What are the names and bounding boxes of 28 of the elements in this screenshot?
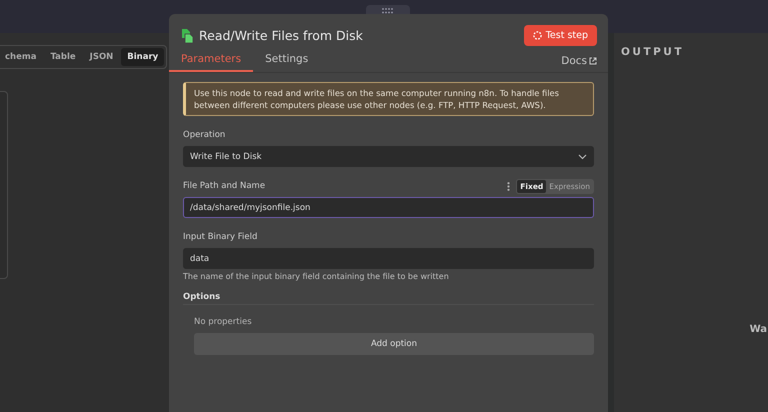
panel-title: OUTPUT xyxy=(621,46,685,58)
input-field[interactable]: data xyxy=(183,248,594,269)
empty-text: No properties xyxy=(194,317,253,327)
spinner-icon xyxy=(532,31,542,40)
dialog-tab[interactable]: Settings xyxy=(253,49,320,72)
files-icon xyxy=(181,28,193,42)
field-label: File Path and Name xyxy=(183,181,266,191)
chevron-down-icon xyxy=(578,154,587,160)
add-option-button[interactable]: Add option xyxy=(194,333,594,355)
field-hint: The name of the input binary field containing the file to be written xyxy=(183,272,450,281)
view-tab[interactable]: Binary xyxy=(121,48,164,66)
external-link-icon xyxy=(589,57,597,65)
more-icon[interactable] xyxy=(507,182,510,190)
notice-banner: Use this node to read and write files on the same computer running n8n. To handle files between different computers please use other nodes (e.g. FTP, HTTP Request, AWS). xyxy=(183,82,594,116)
field-label: Operation xyxy=(183,130,226,140)
dialog-tab[interactable]: Parameters xyxy=(169,49,254,72)
input-field[interactable]: /data/shared/myjsonfile.json xyxy=(183,197,594,218)
section-title: Options xyxy=(183,292,594,305)
docs-link[interactable]: Docs xyxy=(561,55,597,72)
test-step-button[interactable]: Test step xyxy=(524,25,597,46)
view-tab[interactable]: Table xyxy=(44,48,82,66)
view-tab[interactable]: JSON xyxy=(84,48,120,66)
operation-select[interactable]: Write File to Disk xyxy=(183,146,594,167)
grip-icon xyxy=(382,8,394,14)
field-label: Input Binary Field xyxy=(183,232,258,242)
view-tab[interactable]: chema xyxy=(0,48,42,66)
hint-text: Wa xyxy=(750,324,767,335)
dialog-title: Read/Write Files from Disk xyxy=(199,28,363,43)
